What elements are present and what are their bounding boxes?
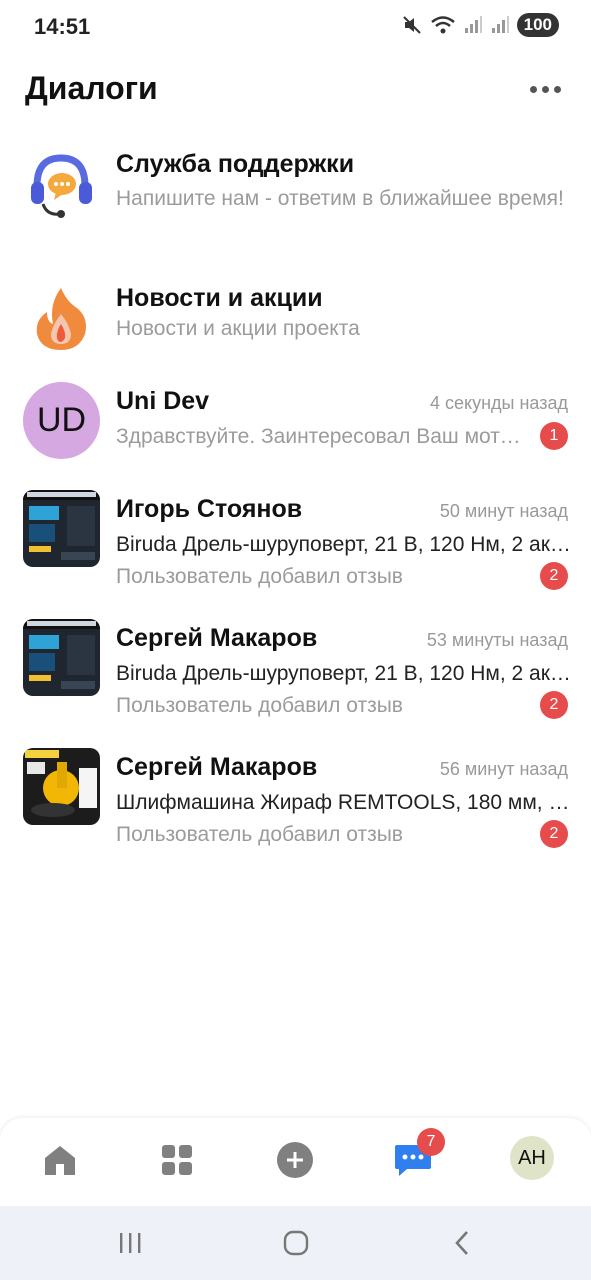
unread-badge: 2 [540,820,568,848]
back-icon [455,1231,468,1255]
home-system-button[interactable] [276,1228,316,1258]
unread-badge: 2 [540,691,568,719]
back-system-button[interactable] [442,1228,482,1258]
system-nav-bar [0,1206,591,1280]
page-title: Диалоги [25,70,158,106]
dot-icon [529,85,537,93]
bottom-nav: 7 АН [0,1118,591,1206]
product-thumbnail [23,490,100,567]
wifi-icon [430,16,455,34]
dialog-title: Служба поддержки [116,150,355,178]
status-icons: 100 [401,13,559,37]
dialog-product: Шлифмашина Жираф REMTOOLS, 180 мм, 1250 … [116,791,571,814]
product-thumbnail [23,619,100,696]
header: Диалоги [0,60,591,120]
dialog-time: 4 секунды назад [430,393,568,413]
drill-image [23,490,100,560]
dialog-preview: Пользователь добавил отзыв [116,565,403,588]
more-options-button[interactable] [525,74,565,104]
home-icon [45,1146,75,1175]
dialog-preview: Пользователь добавил отзыв [116,823,403,846]
dialog-item-news[interactable]: Новости и акции Новости и акции проекта [0,274,591,364]
dialog-product: Biruda Дрель-шуруповерт, 21 В, 120 Нм, 2… [116,662,571,685]
dialog-item-uni-dev[interactable]: UD Uni Dev 4 секунды назад Здравствуйте.… [0,382,591,472]
dialog-preview: Здравствуйте. Заинтересовал Ваш мотоблок [116,425,526,448]
dialog-item-support[interactable]: Служба поддержки Напишите нам - ответим … [0,140,591,260]
add-icon [277,1142,313,1178]
unread-badge: 2 [540,562,568,590]
support-avatar [23,146,100,223]
messages-badge: 7 [417,1128,445,1156]
nav-home[interactable] [40,1140,80,1180]
dialog-title: Игорь Стоянов [116,495,303,523]
fire-icon [36,288,86,350]
battery-indicator: 100 [516,13,559,37]
dialog-preview: Новости и акции проекта [116,317,360,340]
dialog-item-igor[interactable]: Игорь Стоянов 50 минут назад Biruda Дрел… [0,490,591,600]
news-avatar [23,280,100,357]
dialog-product: Biruda Дрель-шуруповерт, 21 В, 120 Нм, 2… [116,533,571,556]
dialog-item-sergey-1[interactable]: Сергей Макаров 53 минуты назад Biruda Др… [0,619,591,729]
mute-icon [402,16,421,34]
dialog-time: 53 минуты назад [426,630,568,650]
dialog-title: Сергей Макаров [116,753,318,781]
signal-icon [464,16,482,33]
dialog-title: Новости и акции [116,284,323,312]
dot-icon [541,85,549,93]
dialog-preview: Напишите нам - ответим в ближайшее время… [116,187,564,210]
dialog-time: 56 минут назад [439,759,568,779]
dialog-title: Сергей Макаров [116,624,318,652]
recent-apps-button[interactable] [110,1228,150,1258]
nav-profile-avatar[interactable]: АН [510,1136,554,1180]
product-thumbnail [23,748,100,825]
dialog-preview: Пользователь добавил отзыв [116,694,403,717]
catalog-icon [162,1145,192,1175]
headset-icon [31,154,92,218]
nav-add[interactable] [275,1140,315,1180]
recent-apps-icon [120,1233,141,1253]
status-bar: 14:51 100 [0,0,591,56]
dot-icon [553,85,561,93]
dialog-item-sergey-2[interactable]: Сергей Макаров 56 минут назад Шлифмашина… [0,748,591,858]
drill-image [23,619,100,689]
status-time: 14:51 [34,14,91,39]
home-button-icon [283,1230,309,1256]
nav-catalog[interactable] [157,1140,197,1180]
sander-image [23,748,100,825]
avatar: UD [23,382,100,459]
unread-badge: 1 [540,422,568,450]
dialog-time: 50 минут назад [439,501,568,521]
dialog-title: Uni Dev [116,387,210,415]
signal-icon-2 [491,16,509,33]
